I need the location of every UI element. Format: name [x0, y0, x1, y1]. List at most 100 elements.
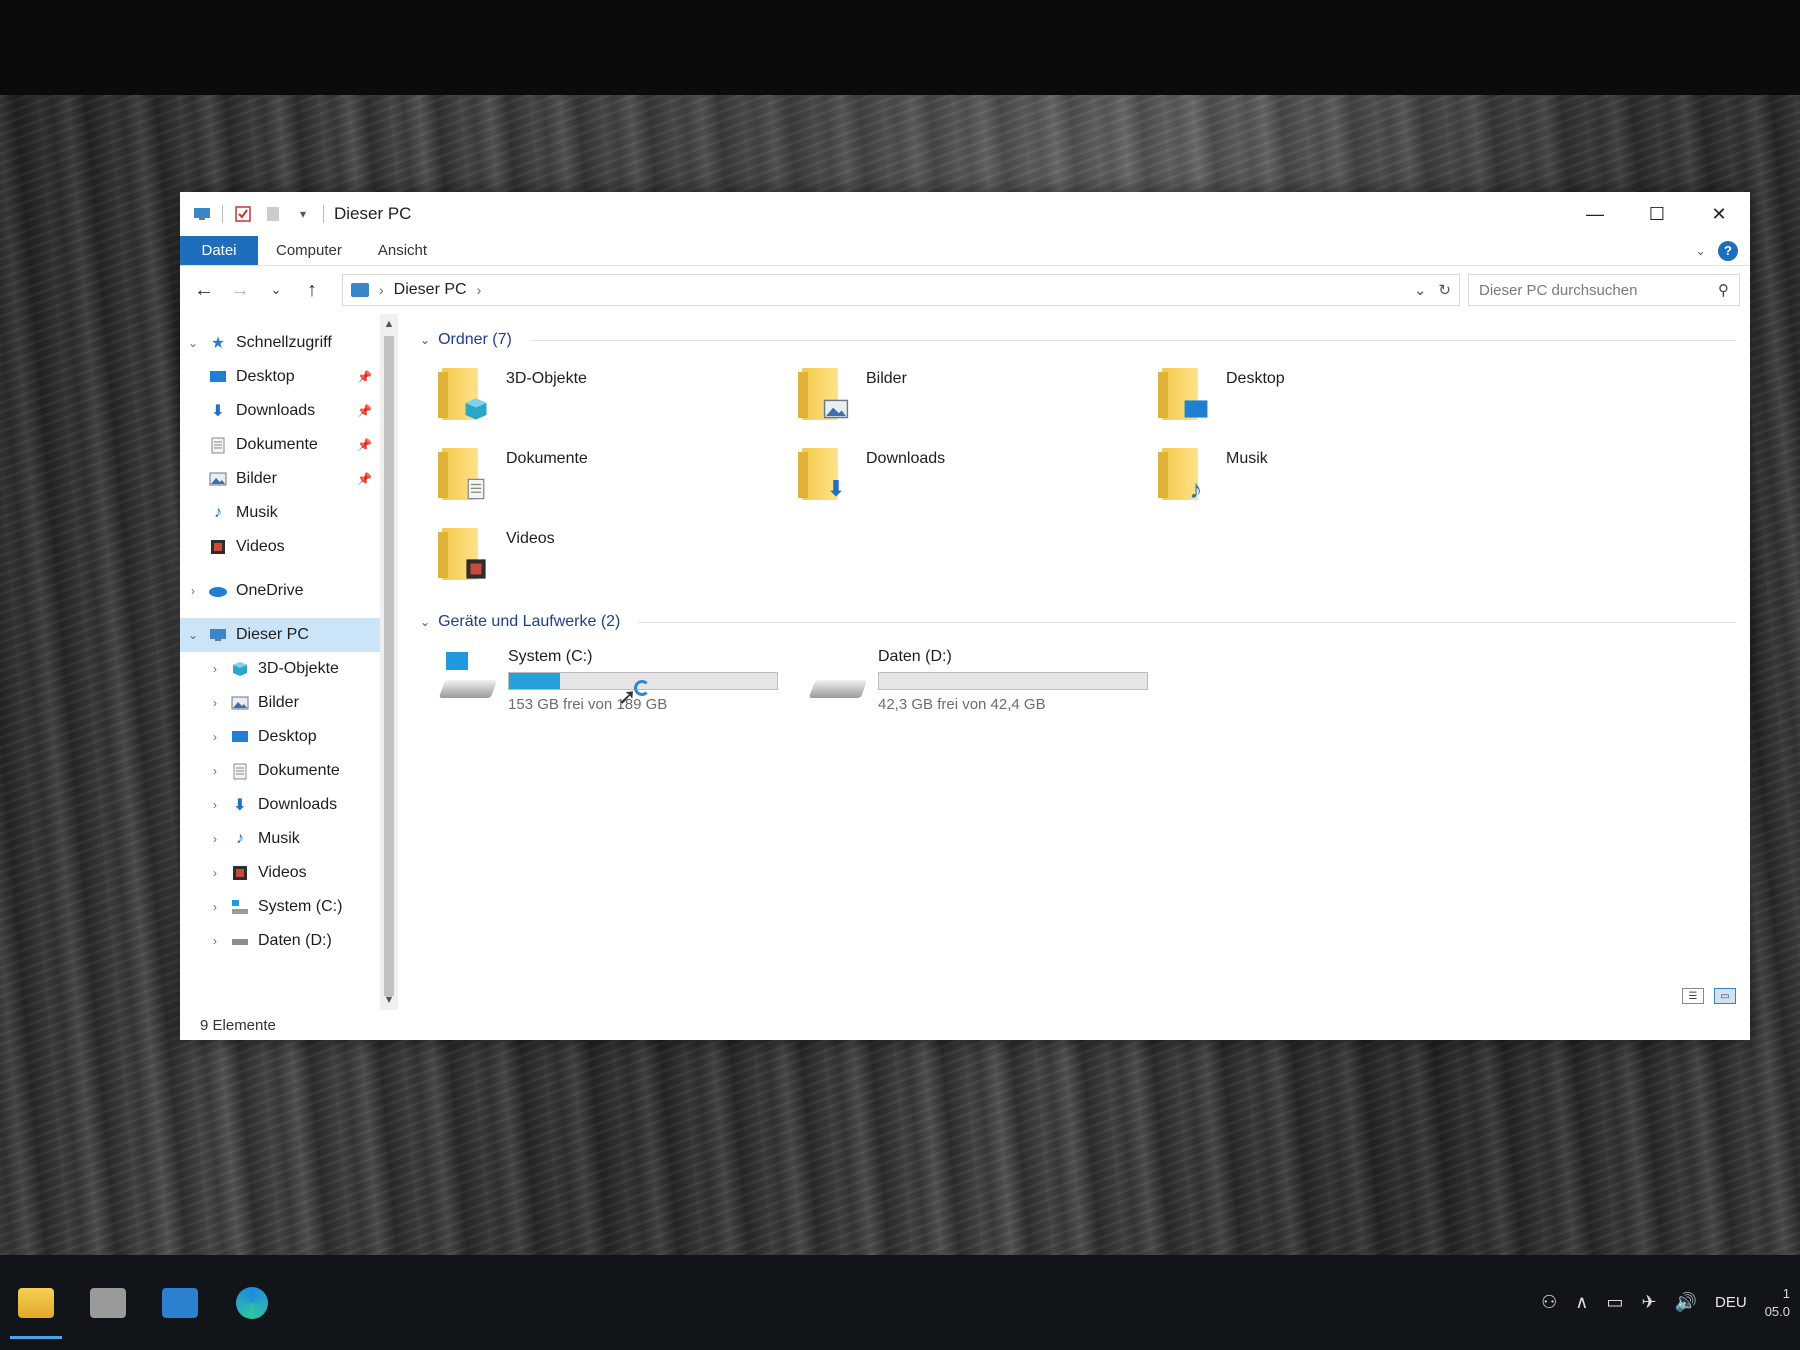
- close-button[interactable]: ✕: [1688, 192, 1750, 236]
- chevron-up-icon[interactable]: ∧: [1575, 1292, 1588, 1313]
- airplane-icon[interactable]: ✈: [1642, 1292, 1657, 1313]
- tab-ansicht[interactable]: Ansicht: [360, 236, 445, 265]
- sidebar-item-bilder-quick[interactable]: Bilder 📌: [180, 462, 398, 496]
- sidebar-item-videos[interactable]: › Videos: [180, 856, 398, 890]
- picture-icon: [230, 694, 250, 712]
- scroll-down-icon[interactable]: ▼: [380, 990, 398, 1010]
- sidebar-item-dokumente[interactable]: › Dokumente: [180, 754, 398, 788]
- search-icon[interactable]: ⚲: [1718, 281, 1729, 299]
- language-indicator[interactable]: DEU: [1715, 1294, 1747, 1311]
- folder-downloads[interactable]: ⬇ Downloads: [798, 442, 1158, 522]
- sidebar-item-dokumente-quick[interactable]: Dokumente 📌: [180, 428, 398, 462]
- folder-desktop[interactable]: Desktop: [1158, 362, 1518, 442]
- sidebar-scrollbar[interactable]: ▲ ▼: [380, 314, 398, 1010]
- sidebar-item-downloads[interactable]: › ⬇ Downloads: [180, 788, 398, 822]
- sidebar-item-label: 3D-Objekte: [258, 660, 339, 677]
- sidebar-item-label: Dieser PC: [236, 626, 309, 643]
- tab-datei[interactable]: Datei: [180, 236, 258, 265]
- collapse-icon[interactable]: ⌄: [184, 336, 202, 350]
- address-bar[interactable]: › Dieser PC › ⌄ ↻: [342, 274, 1460, 306]
- sidebar-item-label: Desktop: [236, 368, 295, 385]
- drive-free-space: 153 GB frei von 189 GB: [508, 696, 668, 713]
- details-view-icon[interactable]: ☰: [1682, 988, 1704, 1004]
- expand-icon[interactable]: ›: [206, 764, 224, 778]
- folder-videos[interactable]: Videos: [438, 522, 798, 602]
- sidebar-item-bilder[interactable]: › Bilder: [180, 686, 398, 720]
- breadcrumb-dieser-pc[interactable]: Dieser PC: [394, 281, 467, 299]
- new-folder-icon[interactable]: [263, 205, 283, 223]
- expand-icon[interactable]: ›: [206, 798, 224, 812]
- address-history-icon[interactable]: ⌄: [1414, 281, 1427, 299]
- expand-icon[interactable]: ›: [206, 934, 224, 948]
- breadcrumb-separator[interactable]: ›: [477, 282, 482, 298]
- folder-musik[interactable]: ♪ Musik: [1158, 442, 1518, 522]
- sidebar-item-desktop-quick[interactable]: Desktop 📌: [180, 360, 398, 394]
- up-button[interactable]: ↑: [298, 275, 326, 305]
- drive-system-c[interactable]: System (C:) 153 GB frei von 189 GB: [438, 648, 778, 713]
- sidebar-item-label: Downloads: [236, 402, 316, 419]
- expand-icon[interactable]: ›: [206, 696, 224, 710]
- expand-icon[interactable]: ›: [206, 866, 224, 880]
- sidebar-item-desktop[interactable]: › Desktop: [180, 720, 398, 754]
- folder-bilder[interactable]: Bilder: [798, 362, 1158, 442]
- help-icon[interactable]: ?: [1718, 240, 1738, 261]
- sidebar-item-schnellzugriff[interactable]: ⌄ ★ Schnellzugriff: [180, 326, 398, 360]
- sidebar-item-system-c[interactable]: › System (C:): [180, 890, 398, 924]
- collapse-icon[interactable]: ⌄: [420, 615, 430, 629]
- refresh-icon[interactable]: ↻: [1438, 281, 1451, 299]
- drives-group-header[interactable]: ⌄ Geräte und Laufwerke (2): [420, 608, 1736, 636]
- arrow-left-icon: ←: [194, 278, 214, 301]
- expand-ribbon-icon[interactable]: ⌄: [1695, 243, 1706, 259]
- taskbar-store[interactable]: [72, 1267, 144, 1339]
- status-bar: 9 Elemente: [180, 1010, 1750, 1040]
- sidebar-item-onedrive[interactable]: › OneDrive: [180, 574, 398, 608]
- folder-name: Videos: [506, 530, 555, 547]
- taskbar-mail[interactable]: [144, 1267, 216, 1339]
- forward-button[interactable]: →: [226, 275, 254, 305]
- expand-icon[interactable]: ›: [206, 900, 224, 914]
- sidebar-item-downloads-quick[interactable]: ⬇ Downloads 📌: [180, 394, 398, 428]
- drive-daten-d[interactable]: Daten (D:) 42,3 GB frei von 42,4 GB: [808, 648, 1148, 713]
- battery-icon[interactable]: ▭: [1606, 1292, 1623, 1313]
- maximize-button[interactable]: ☐: [1626, 192, 1688, 236]
- scroll-up-icon[interactable]: ▲: [380, 314, 398, 334]
- back-button[interactable]: ←: [190, 275, 218, 305]
- busy-spinner-icon: [634, 680, 650, 696]
- folder-3d-objekte[interactable]: 3D-Objekte: [438, 362, 798, 442]
- sidebar-item-3d-objekte[interactable]: › 3D-Objekte: [180, 652, 398, 686]
- chevron-down-icon: ⌄: [270, 282, 282, 297]
- customize-toolbar-icon[interactable]: ▾: [293, 205, 313, 223]
- film-icon: [462, 556, 490, 582]
- document-icon: [462, 476, 490, 502]
- people-icon[interactable]: ⚇: [1541, 1292, 1557, 1313]
- minimize-button[interactable]: —: [1564, 192, 1626, 236]
- search-input[interactable]: [1479, 281, 1718, 299]
- large-icons-view-icon[interactable]: ▭: [1714, 988, 1736, 1004]
- collapse-icon[interactable]: ⌄: [420, 333, 430, 347]
- folder-name: Downloads: [866, 450, 946, 467]
- expand-icon[interactable]: ›: [206, 730, 224, 744]
- search-box[interactable]: ⚲: [1468, 274, 1740, 306]
- expand-icon[interactable]: ›: [184, 584, 202, 598]
- folder-icon: [438, 362, 494, 426]
- collapse-icon[interactable]: ⌄: [184, 628, 202, 642]
- scrollbar-thumb[interactable]: [384, 336, 394, 996]
- expand-icon[interactable]: ›: [206, 832, 224, 846]
- divider: [638, 621, 1736, 623]
- sidebar-item-musik[interactable]: › ♪ Musik: [180, 822, 398, 856]
- sidebar-item-dieser-pc[interactable]: ⌄ Dieser PC: [180, 618, 380, 652]
- recent-locations-button[interactable]: ⌄: [262, 275, 290, 305]
- sidebar-item-daten-d[interactable]: › Daten (D:): [180, 924, 398, 958]
- folder-name: Bilder: [866, 370, 907, 387]
- sidebar-item-videos-quick[interactable]: Videos: [180, 530, 398, 564]
- taskbar-edge[interactable]: [216, 1267, 288, 1339]
- expand-icon[interactable]: ›: [206, 662, 224, 676]
- volume-icon[interactable]: 🔊: [1675, 1292, 1697, 1313]
- properties-icon[interactable]: [233, 205, 253, 223]
- tab-computer[interactable]: Computer: [258, 236, 360, 265]
- folders-group-header[interactable]: ⌄ Ordner (7): [420, 326, 1736, 354]
- taskbar-file-explorer[interactable]: [0, 1267, 72, 1339]
- clock[interactable]: 1 05.0: [1765, 1285, 1790, 1321]
- sidebar-item-musik-quick[interactable]: ♪ Musik: [180, 496, 398, 530]
- folder-dokumente[interactable]: Dokumente: [438, 442, 798, 522]
